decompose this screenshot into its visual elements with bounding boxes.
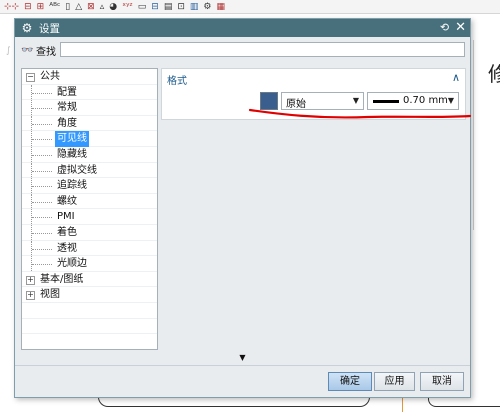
tree-item-label: 着色 [57,226,77,238]
tree-item[interactable]: 角度 [22,115,157,132]
tree-item-label: 光顺边 [57,258,87,270]
toolbar-icon[interactable]: ⚙ [203,2,211,12]
chevron-down-icon: ▼ [352,96,359,105]
width-dropdown[interactable]: 0.70 mm ▼ [367,92,459,110]
color-dropdown-value: 原始 [286,99,306,110]
tree-empty-row [22,334,157,349]
toolbar-icon[interactable]: ⊹⊹ [4,2,19,12]
tree-empty-row [22,319,157,335]
toolbar-icon[interactable]: ⊡ [177,2,185,12]
toolbar-icon[interactable]: ◕ [109,2,117,12]
tree-item-label: 基本/图纸 [40,273,84,285]
tree-item-label: 隐藏线 [57,148,87,160]
settings-panel: 格式 ∧ 原始 ▼ 0.70 mm ▼ [161,68,466,350]
tree-item-label: 透视 [57,242,77,254]
toolbar-icon[interactable]: ⊞ [37,2,45,12]
tree-item[interactable]: 追踪线 [22,178,157,194]
tree-empty-row [22,303,157,319]
gear-icon: ⚙ [21,21,33,35]
dialog-title: 设置 [39,22,60,35]
app-toolbar: ⊹⊹ ⊟ ⊞ ᴬᴮᶜ ▯ △ ⊠ ▵ ◕ ˣʸᶻ ▭ ⊟ ▤ ⊡ ▥ ⚙ ▦ [0,0,500,14]
binoculars-icon: 👓 [21,45,34,56]
tree-item[interactable]: 光顺边 [22,256,157,272]
tree-item[interactable]: 配置 [22,84,157,101]
toolbar-icon[interactable]: ˣʸᶻ [122,2,133,12]
tree-item-label: 配置 [57,86,77,98]
tree-item-label: 角度 [57,117,77,129]
tree-item[interactable]: + 视图 [22,287,157,303]
cancel-button[interactable]: 取消 [420,372,464,391]
tree-item[interactable]: 着色 [22,224,157,241]
chevron-down-icon: ▼ [447,96,454,105]
tree-item-label: 可见线 [55,131,89,147]
tree-item-label: 视图 [40,289,60,301]
settings-tree[interactable]: − 公共 配置 常规 角度 可见线 隐藏线 虚拟交线 追踪线 螺纹 PMI 着色 透视 光顺边 + 基本/图纸… [21,68,158,350]
toolbar-icon[interactable]: ▦ [216,2,225,12]
toolbar-icon[interactable]: △ [75,2,82,12]
tree-item[interactable]: 隐藏线 [22,146,157,163]
ok-button[interactable]: 确定 [328,372,372,391]
find-row: 👓 查找 [21,43,56,58]
toolbar-icon[interactable]: ᴬᴮᶜ [49,2,60,12]
tree-item[interactable]: + 基本/图纸 [22,272,157,288]
tree-item[interactable]: 虚拟交线 [22,162,157,179]
collapse-icon[interactable]: − [26,73,35,82]
section-title: 格式 [167,76,187,87]
drawing-line [402,398,403,412]
toolbar-icon[interactable]: ▯ [65,2,70,12]
dialog-titlebar[interactable]: ⚙ 设置 ⟲ ✕ [15,19,470,37]
tree-item[interactable]: 透视 [22,240,157,257]
toolbar-icon[interactable]: ⊠ [87,2,95,12]
drawing-line [473,40,474,230]
tree-item[interactable]: 可见线 [22,131,157,147]
tree-item[interactable]: 常规 [22,100,157,116]
expand-more-icon[interactable]: ▼ [15,353,470,362]
color-dropdown[interactable]: 原始 ▼ [281,92,364,110]
tree-item-label: PMI [57,211,75,223]
expand-icon[interactable]: + [26,291,35,301]
tree-item-label: 追踪线 [57,180,87,192]
tree-item-label: 公共 [40,71,60,82]
tree-item[interactable]: PMI [22,209,157,225]
tree-item[interactable]: − 公共 [22,69,157,85]
toolbar-icon[interactable]: ▵ [100,2,105,12]
tree-item-label: 常规 [57,102,77,114]
toolbar-icon[interactable]: ⊟ [24,2,32,12]
expand-icon[interactable]: + [26,275,35,285]
tree-item-label: 螺纹 [57,195,77,207]
toolbar-icon[interactable]: ⊟ [151,2,159,12]
reset-icon[interactable]: ⟲ [440,21,449,34]
line-sample [373,100,399,103]
tree-item[interactable]: 螺纹 [22,193,157,210]
find-input[interactable] [60,42,465,57]
color-swatch[interactable] [260,92,278,110]
toolbar-icon[interactable]: ▭ [138,2,147,12]
drawing-mark: ∫ [6,46,11,56]
tree-item-label: 虚拟交线 [57,164,97,176]
toolbar-icon[interactable]: ▤ [164,2,173,12]
drawing-text: 修 [488,62,500,86]
apply-button[interactable]: 应用 [374,372,415,391]
close-icon[interactable]: ✕ [455,20,466,35]
settings-dialog: ⚙ 设置 ⟲ ✕ 👓 查找 − 公共 配置 常规 角度 可见线 隐藏线 虚拟交线 追踪线 螺纹 PM… [14,18,471,398]
toolbar-icon[interactable]: ▥ [190,2,199,12]
format-section: 格式 ∧ 原始 ▼ 0.70 mm ▼ [161,68,466,120]
find-label: 查找 [36,47,56,58]
chevron-up-icon[interactable]: ∧ [452,71,460,84]
width-dropdown-value: 0.70 mm [403,95,448,106]
footer-divider [15,365,470,366]
